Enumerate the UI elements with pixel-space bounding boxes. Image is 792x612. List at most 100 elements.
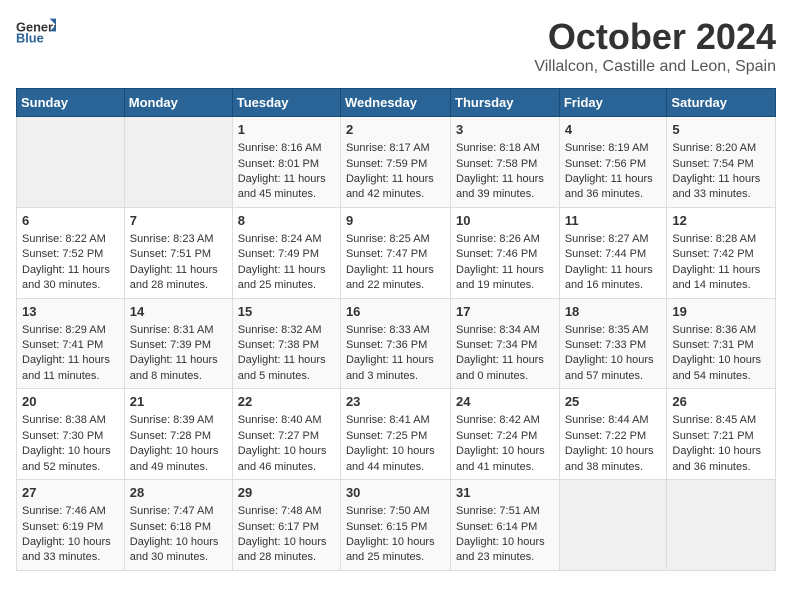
calendar-cell: 19Sunrise: 8:36 AMSunset: 7:31 PMDayligh… [667,298,776,389]
day-number: 7 [130,212,227,230]
day-number: 12 [672,212,770,230]
day-info: Sunset: 7:41 PM [22,338,119,353]
day-info: Daylight: 11 hours and 28 minutes. [130,263,227,294]
calendar-cell: 31Sunrise: 7:51 AMSunset: 6:14 PMDayligh… [451,480,560,571]
day-info: Sunrise: 8:20 AM [672,141,770,156]
calendar-cell: 7Sunrise: 8:23 AMSunset: 7:51 PMDaylight… [124,207,232,298]
day-info: Sunrise: 8:44 AM [565,413,662,428]
day-info: Daylight: 11 hours and 11 minutes. [22,353,119,384]
calendar-cell: 11Sunrise: 8:27 AMSunset: 7:44 PMDayligh… [559,207,667,298]
calendar-cell: 21Sunrise: 8:39 AMSunset: 7:28 PMDayligh… [124,389,232,480]
calendar-week-row: 27Sunrise: 7:46 AMSunset: 6:19 PMDayligh… [17,480,776,571]
calendar-week-row: 20Sunrise: 8:38 AMSunset: 7:30 PMDayligh… [17,389,776,480]
day-info: Sunrise: 8:29 AM [22,323,119,338]
day-info: Sunrise: 8:41 AM [346,413,445,428]
day-number: 1 [238,121,335,139]
day-number: 5 [672,121,770,139]
calendar-cell [124,117,232,208]
calendar-cell: 9Sunrise: 8:25 AMSunset: 7:47 PMDaylight… [340,207,450,298]
weekday-header-wednesday: Wednesday [340,89,450,117]
day-info: Sunset: 7:36 PM [346,338,445,353]
day-info: Sunrise: 8:18 AM [456,141,554,156]
day-info: Sunrise: 8:42 AM [456,413,554,428]
day-info: Daylight: 10 hours and 49 minutes. [130,444,227,475]
title-area: October 2024 Villalcon, Castille and Leo… [534,16,776,76]
day-info: Daylight: 10 hours and 33 minutes. [22,535,119,566]
calendar-cell: 24Sunrise: 8:42 AMSunset: 7:24 PMDayligh… [451,389,560,480]
day-info: Daylight: 11 hours and 19 minutes. [456,263,554,294]
calendar-cell: 2Sunrise: 8:17 AMSunset: 7:59 PMDaylight… [340,117,450,208]
calendar-cell: 10Sunrise: 8:26 AMSunset: 7:46 PMDayligh… [451,207,560,298]
calendar-cell: 3Sunrise: 8:18 AMSunset: 7:58 PMDaylight… [451,117,560,208]
day-info: Sunrise: 8:22 AM [22,232,119,247]
calendar-cell [667,480,776,571]
calendar-cell: 15Sunrise: 8:32 AMSunset: 7:38 PMDayligh… [232,298,340,389]
day-info: Sunrise: 8:27 AM [565,232,662,247]
day-number: 24 [456,393,554,411]
day-number: 23 [346,393,445,411]
calendar-cell [559,480,667,571]
day-info: Daylight: 11 hours and 33 minutes. [672,172,770,203]
day-info: Daylight: 10 hours and 23 minutes. [456,535,554,566]
day-info: Daylight: 10 hours and 46 minutes. [238,444,335,475]
day-info: Sunrise: 8:16 AM [238,141,335,156]
day-info: Sunset: 7:47 PM [346,247,445,262]
calendar-cell: 1Sunrise: 8:16 AMSunset: 8:01 PMDaylight… [232,117,340,208]
calendar-cell: 29Sunrise: 7:48 AMSunset: 6:17 PMDayligh… [232,480,340,571]
day-info: Sunset: 7:44 PM [565,247,662,262]
calendar-cell: 13Sunrise: 8:29 AMSunset: 7:41 PMDayligh… [17,298,125,389]
svg-text:Blue: Blue [16,31,44,46]
day-info: Sunset: 8:01 PM [238,157,335,172]
day-number: 3 [456,121,554,139]
day-info: Sunset: 7:34 PM [456,338,554,353]
day-info: Sunrise: 7:46 AM [22,504,119,519]
day-info: Sunrise: 8:38 AM [22,413,119,428]
calendar-cell: 28Sunrise: 7:47 AMSunset: 6:18 PMDayligh… [124,480,232,571]
day-info: Daylight: 10 hours and 38 minutes. [565,444,662,475]
day-info: Daylight: 11 hours and 16 minutes. [565,263,662,294]
day-info: Sunset: 7:33 PM [565,338,662,353]
day-info: Sunset: 7:24 PM [456,429,554,444]
day-info: Sunset: 7:42 PM [672,247,770,262]
day-info: Daylight: 10 hours and 54 minutes. [672,353,770,384]
day-info: Sunrise: 8:35 AM [565,323,662,338]
day-info: Daylight: 10 hours and 28 minutes. [238,535,335,566]
weekday-header-monday: Monday [124,89,232,117]
month-title: October 2024 [534,16,776,58]
calendar-cell: 8Sunrise: 8:24 AMSunset: 7:49 PMDaylight… [232,207,340,298]
day-number: 25 [565,393,662,411]
day-info: Sunset: 7:31 PM [672,338,770,353]
day-info: Daylight: 11 hours and 36 minutes. [565,172,662,203]
weekday-header-friday: Friday [559,89,667,117]
day-info: Sunset: 7:22 PM [565,429,662,444]
calendar-cell: 5 Sunrise: 8:20 AMSunset: 7:54 PMDaylight… [667,117,776,208]
day-info: Sunset: 7:39 PM [130,338,227,353]
calendar-cell [17,117,125,208]
day-info: Sunset: 7:21 PM [672,429,770,444]
day-info: Sunrise: 8:24 AM [238,232,335,247]
day-info: Daylight: 10 hours and 44 minutes. [346,444,445,475]
calendar-cell: 27Sunrise: 7:46 AMSunset: 6:19 PMDayligh… [17,480,125,571]
calendar-cell: 30Sunrise: 7:50 AMSunset: 6:15 PMDayligh… [340,480,450,571]
day-number: 22 [238,393,335,411]
day-number: 2 [346,121,445,139]
day-number: 26 [672,393,770,411]
weekday-header-sunday: Sunday [17,89,125,117]
day-number: 8 [238,212,335,230]
day-info: Daylight: 11 hours and 42 minutes. [346,172,445,203]
calendar-week-row: 13Sunrise: 8:29 AMSunset: 7:41 PMDayligh… [17,298,776,389]
day-number: 14 [130,303,227,321]
calendar-cell: 12Sunrise: 8:28 AMSunset: 7:42 PMDayligh… [667,207,776,298]
calendar-cell: 22Sunrise: 8:40 AMSunset: 7:27 PMDayligh… [232,389,340,480]
day-info: Sunset: 7:59 PM [346,157,445,172]
day-info: Sunrise: 8:34 AM [456,323,554,338]
day-info: Daylight: 11 hours and 39 minutes. [456,172,554,203]
day-number: 10 [456,212,554,230]
day-info: Sunrise: 8:45 AM [672,413,770,428]
day-number: 28 [130,484,227,502]
day-info: Sunset: 7:54 PM [672,157,770,172]
day-info: Daylight: 10 hours and 30 minutes. [130,535,227,566]
day-info: Daylight: 10 hours and 52 minutes. [22,444,119,475]
day-info: Sunrise: 7:51 AM [456,504,554,519]
day-number: 4 [565,121,662,139]
